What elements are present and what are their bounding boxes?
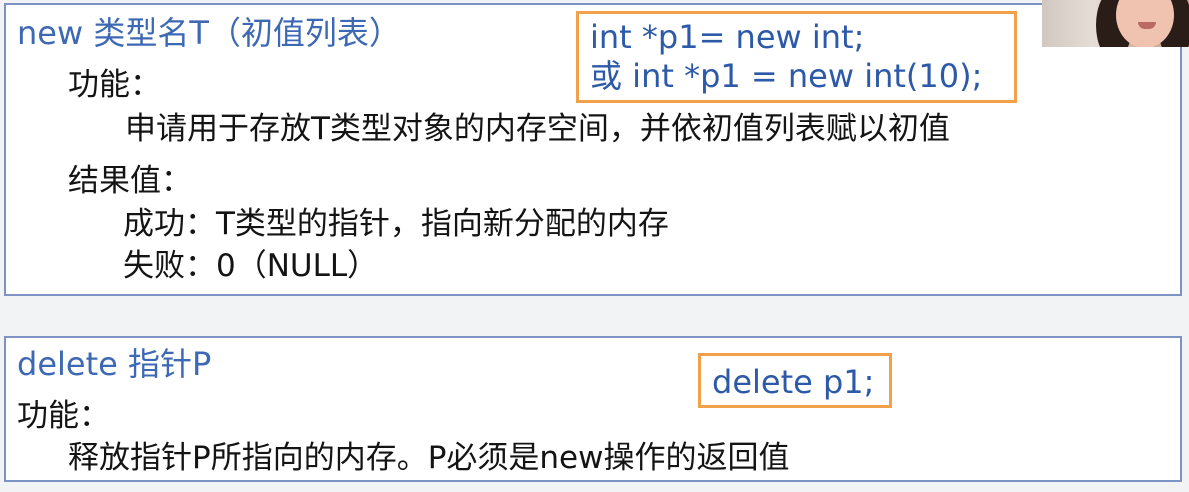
delete-code-example-callout: delete p1; (698, 353, 892, 408)
new-failure-text: 失败：0（NULL） (123, 248, 379, 284)
new-function-label: 功能： (68, 67, 161, 103)
delete-syntax-heading: delete 指针P (17, 345, 212, 383)
new-result-label: 结果值： (68, 163, 192, 199)
delete-code-line: delete p1; (712, 363, 875, 401)
presenter-webcam-thumbnail (1042, 0, 1189, 47)
new-code-example-callout: int *p1= new int; 或 int *p1 = new int(10… (576, 11, 1017, 103)
new-syntax-heading: new 类型名T（初值列表） (17, 14, 401, 52)
new-success-text: 成功：T类型的指针，指向新分配的内存 (123, 206, 669, 242)
new-function-text: 申请用于存放T类型对象的内存空间，并依初值列表赋以初值 (125, 111, 950, 147)
new-code-line-2: 或 int *p1 = new int(10); (590, 57, 983, 95)
new-code-line-1: int *p1= new int; (590, 18, 865, 56)
delete-function-text: 释放指针P所指向的内存。P必须是new操作的返回值 (68, 440, 790, 476)
delete-function-label: 功能： (17, 398, 110, 434)
